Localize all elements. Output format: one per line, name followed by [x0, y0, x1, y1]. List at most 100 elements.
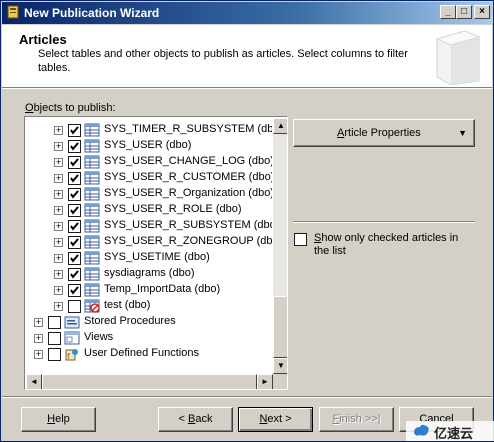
tree-item-label: SYS_USER_R_Organization (dbo) — [104, 187, 272, 199]
tree-row-table[interactable]: + SYS_USER_R_ROLE (dbo) — [26, 202, 272, 218]
svg-text:f: f — [67, 352, 70, 361]
checkmark-icon — [70, 174, 79, 183]
tree-item-label: test (dbo) — [104, 299, 151, 311]
close-button[interactable]: × — [474, 5, 490, 19]
expand-icon[interactable]: + — [54, 254, 63, 263]
article-checkbox[interactable] — [68, 156, 81, 169]
vertical-scrollbar[interactable]: ▲ ▼ — [273, 118, 287, 374]
tree-row-table[interactable]: + SYS_USER (dbo) — [26, 138, 272, 154]
tree-row-table[interactable]: + test (dbo) — [26, 298, 272, 314]
scroll-down-button[interactable]: ▼ — [273, 358, 287, 374]
table-icon — [84, 171, 100, 185]
table-no-key-icon — [84, 299, 100, 313]
checkmark-icon — [70, 142, 79, 151]
tree-item-label: SYS_USER (dbo) — [104, 139, 192, 151]
expand-icon[interactable]: + — [54, 174, 63, 183]
tree-item-label: Temp_ImportData (dbo) — [104, 283, 221, 295]
database-icon — [7, 5, 19, 19]
expand-icon[interactable]: + — [54, 126, 63, 135]
table-icon — [84, 267, 100, 281]
horizontal-scroll-thumb[interactable] — [42, 374, 257, 389]
tree-item-label: SYS_USER_R_ZONEGROUP (dbo) — [104, 235, 272, 247]
page-description: Select tables and other objects to publi… — [38, 48, 408, 74]
maximize-button[interactable]: □ — [456, 5, 472, 19]
scroll-up-button[interactable]: ▲ — [273, 118, 287, 134]
expand-icon[interactable]: + — [34, 318, 43, 327]
minimize-button[interactable]: _ — [440, 5, 456, 19]
checkmark-icon — [70, 222, 79, 231]
expand-icon[interactable]: + — [54, 206, 63, 215]
tree-row-table[interactable]: + SYS_USER_R_SUBSYSTEM (dbo) — [26, 218, 272, 234]
expand-icon[interactable]: + — [54, 142, 63, 151]
stored-procedure-icon — [64, 316, 80, 329]
article-checkbox[interactable] — [68, 220, 81, 233]
tree-row-table[interactable]: + SYS_TIMER_R_SUBSYSTEM (dbo) — [26, 122, 272, 138]
expand-icon[interactable]: + — [54, 302, 63, 311]
article-checkbox[interactable] — [48, 348, 61, 361]
scrollbar-corner — [273, 374, 287, 389]
tree-row-table[interactable]: + SYS_USER_R_ZONEGROUP (dbo) — [26, 234, 272, 250]
expand-icon[interactable]: + — [54, 270, 63, 279]
table-icon — [84, 235, 100, 249]
tree-row-folder[interactable]: + f User Defined Functions — [26, 346, 272, 362]
view-icon — [64, 331, 80, 345]
tree-row-table[interactable]: + SYS_USER_CHANGE_LOG (dbo) — [26, 154, 272, 170]
article-checkbox[interactable] — [68, 124, 81, 137]
horizontal-scrollbar[interactable]: ◄ ► — [26, 374, 273, 389]
expand-icon[interactable]: + — [34, 350, 43, 359]
article-properties-label: Article Properties — [337, 127, 421, 139]
tree-row-table[interactable]: + Temp_ImportData (dbo) — [26, 282, 272, 298]
tree-row-table[interactable]: + SYS_USER_R_Organization (dbo) — [26, 186, 272, 202]
article-checkbox[interactable] — [68, 204, 81, 217]
table-icon — [84, 251, 100, 265]
next-button[interactable]: Next > — [238, 407, 313, 432]
tree-row-table[interactable]: + sysdiagrams (dbo) — [26, 266, 272, 282]
article-checkbox[interactable] — [68, 172, 81, 185]
table-icon — [84, 219, 100, 233]
article-checkbox[interactable] — [68, 188, 81, 201]
tree-item-label: SYS_USER_R_CUSTOMER (dbo) — [104, 171, 272, 183]
cloud-logo-icon — [414, 424, 429, 436]
tree-item-label: SYS_TIMER_R_SUBSYSTEM (dbo) — [104, 123, 272, 135]
tree-row-folder[interactable]: + Views — [26, 330, 272, 346]
table-icon — [84, 155, 100, 169]
expand-icon[interactable]: + — [54, 158, 63, 167]
expand-icon[interactable]: + — [54, 190, 63, 199]
finish-button[interactable]: Finish >>| — [319, 407, 394, 432]
expand-icon[interactable]: + — [34, 334, 43, 343]
scroll-left-button[interactable]: ◄ — [26, 374, 42, 389]
tree-row-table[interactable]: + SYS_USETIME (dbo) — [26, 250, 272, 266]
article-checkbox[interactable] — [68, 236, 81, 249]
scroll-right-button[interactable]: ► — [257, 374, 273, 389]
options-separator — [293, 221, 475, 223]
show-checked-checkbox[interactable] — [294, 233, 307, 246]
show-checked-label: Show only checked articles in the list — [314, 232, 459, 257]
article-properties-button[interactable]: Article Properties ▼ — [293, 119, 475, 147]
help-button[interactable]: Help — [21, 407, 96, 432]
tree-row-table[interactable]: + SYS_USER_R_CUSTOMER (dbo) — [26, 170, 272, 186]
objects-tree[interactable]: + SYS_TIMER_R_SUBSYSTEM (dbo) + SYS_USER (d… — [24, 116, 288, 390]
tree-item-label: User Defined Functions — [84, 347, 199, 359]
checkmark-icon — [70, 206, 79, 215]
article-checkbox[interactable] — [48, 332, 61, 345]
page-title: Articles — [19, 32, 67, 47]
footer-separator — [2, 396, 492, 398]
vertical-scroll-thumb[interactable] — [273, 296, 287, 358]
table-icon — [84, 203, 100, 217]
article-checkbox[interactable] — [68, 140, 81, 153]
article-checkbox[interactable] — [68, 284, 81, 297]
article-checkbox[interactable] — [68, 300, 81, 313]
header-separator — [2, 87, 492, 89]
tree-row-folder[interactable]: + Stored Procedures — [26, 314, 272, 330]
back-button[interactable]: < Back — [158, 407, 233, 432]
function-icon: f — [65, 349, 78, 361]
expand-icon[interactable]: + — [54, 238, 63, 247]
expand-icon[interactable]: + — [54, 286, 63, 295]
table-icon — [84, 123, 100, 137]
expand-icon[interactable]: + — [54, 222, 63, 231]
article-checkbox[interactable] — [68, 268, 81, 281]
article-checkbox[interactable] — [68, 252, 81, 265]
checkmark-icon — [70, 158, 79, 167]
article-checkbox[interactable] — [48, 316, 61, 329]
title-bar[interactable]: New Publication Wizard _ □ × — [2, 2, 492, 24]
